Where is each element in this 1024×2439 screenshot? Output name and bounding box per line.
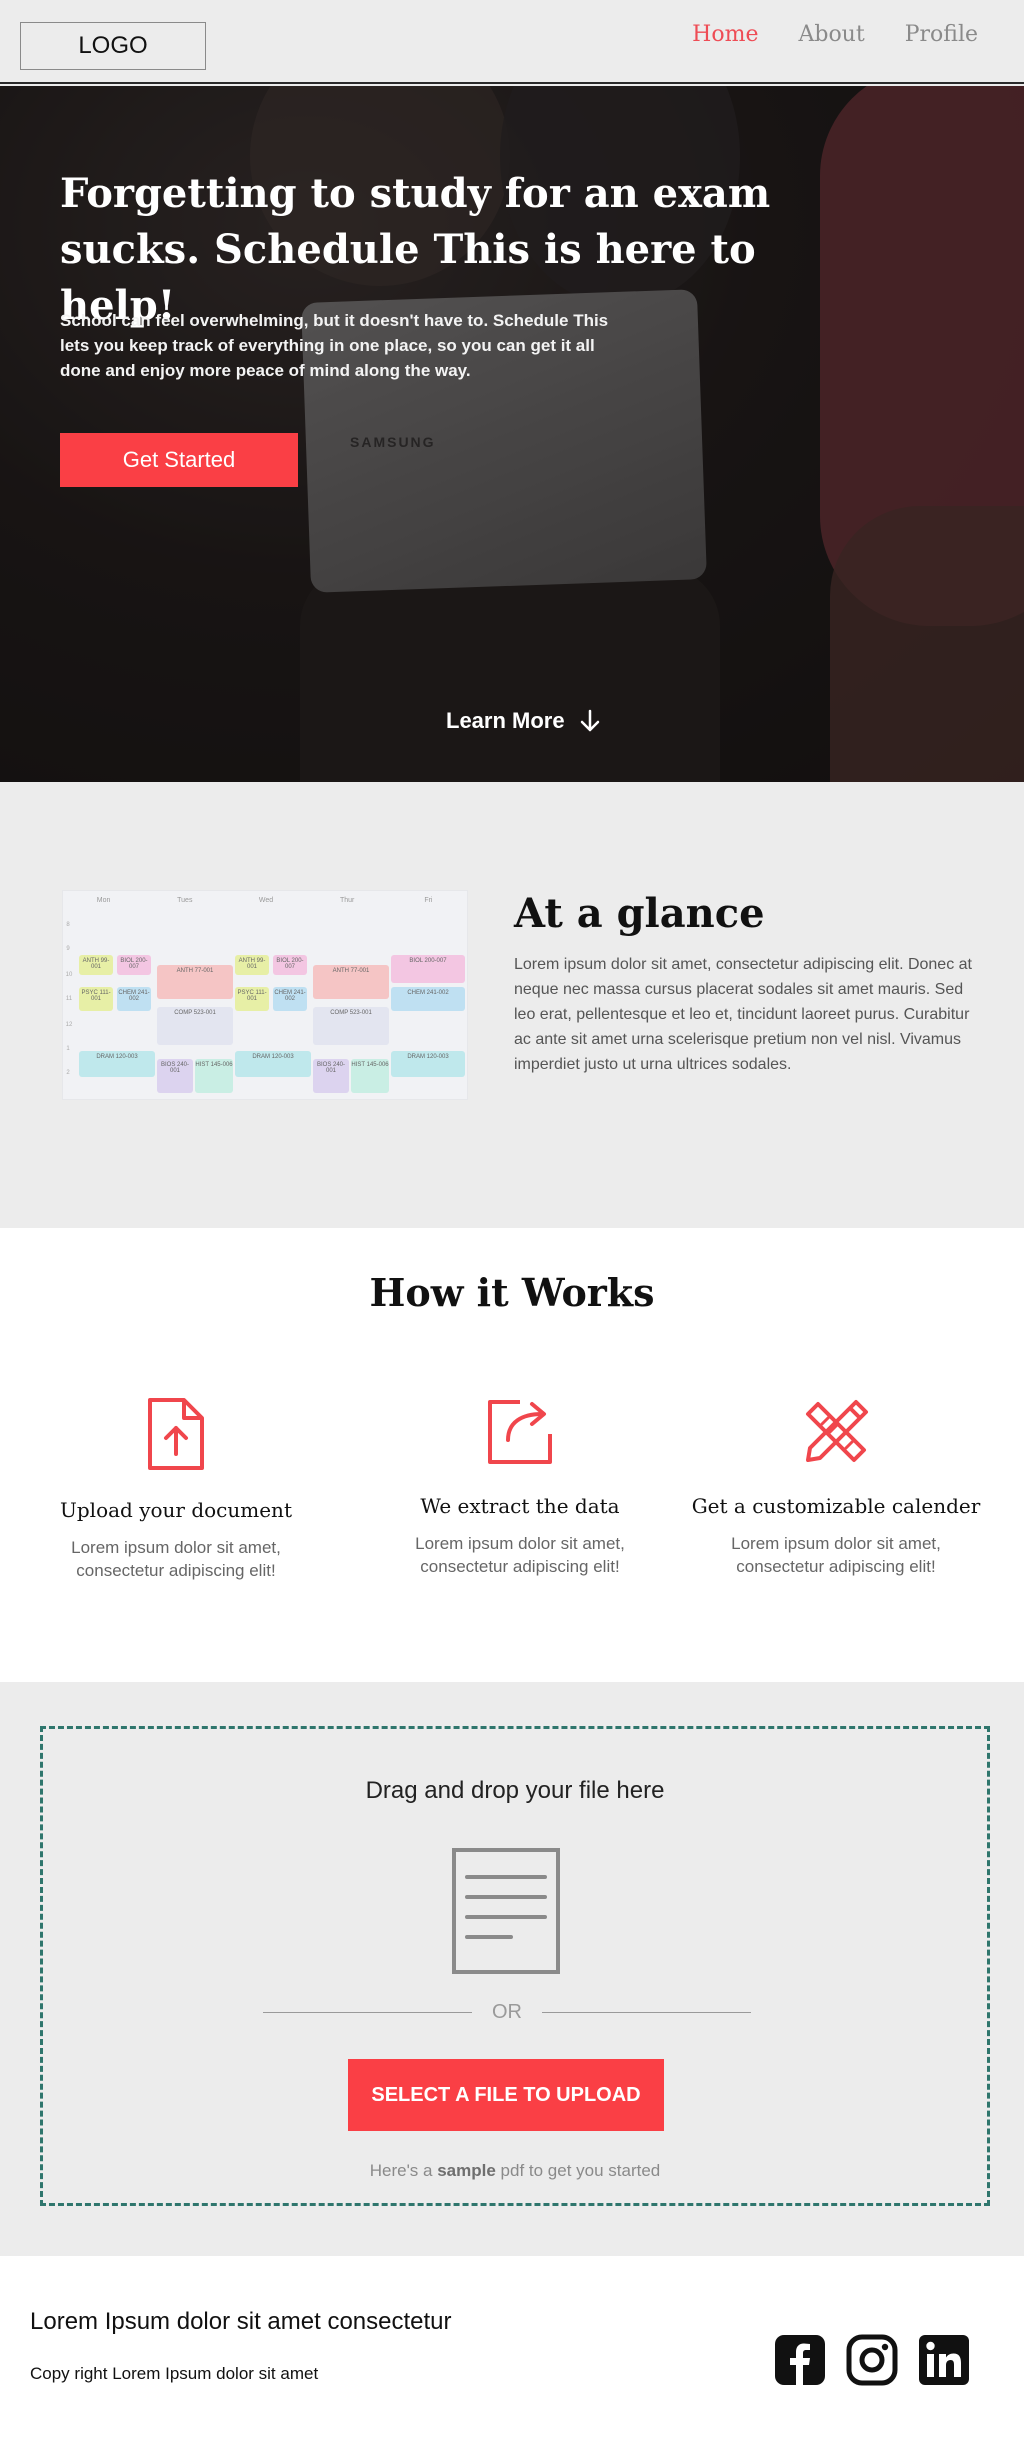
step-description: Lorem ipsum dolor sit amet, consectetur …	[71, 1538, 281, 1580]
hero-subtitle: School can feel overwhelming, but it doe…	[60, 311, 609, 380]
social-links	[774, 2334, 970, 2386]
step-upload: Upload your document Lorem ipsum dolor s…	[26, 1396, 326, 1582]
instagram-icon[interactable]	[846, 2334, 898, 2386]
calendar-hour: 10	[65, 972, 73, 978]
step-title: Get a customizable calender	[691, 1494, 981, 1518]
calendar-day: Tues	[177, 897, 193, 904]
glance-title: At a glance	[514, 890, 765, 937]
step-calendar: Get a customizable calender Lorem ipsum …	[686, 1396, 986, 1578]
calendar-event: ANTH 99-001	[79, 955, 113, 975]
nav-link-profile[interactable]: Profile	[905, 22, 978, 47]
calendar-event: DRAM 120-003	[79, 1051, 155, 1077]
calendar-event: COMP 523-001	[313, 1007, 389, 1045]
facebook-icon[interactable]	[774, 2334, 826, 2386]
logo[interactable]: LOGO	[20, 22, 206, 70]
calendar-event: CHEM 241-002	[391, 987, 465, 1011]
sample-note: Here's a sample pdf to get you started	[43, 2161, 987, 2181]
how-it-works-title: How it Works	[369, 1270, 655, 1315]
calendar-hour: 8	[66, 922, 70, 928]
calendar-hour: 12	[65, 1022, 73, 1028]
at-a-glance-section: Mon Tues Wed Thur Fri 8 9 10 11 12 1 2 A…	[0, 782, 1024, 1228]
calendar-event: HIST 145-006	[351, 1059, 389, 1093]
calendar-hour: 2	[66, 1070, 70, 1076]
share-extract-icon	[488, 1400, 552, 1464]
calendar-day: Thur	[340, 897, 355, 904]
nav-link-home[interactable]: Home	[692, 22, 758, 47]
calendar-event: CHEM 241-002	[273, 987, 307, 1011]
learn-more-label: Learn More	[446, 708, 565, 733]
linkedin-icon[interactable]	[918, 2334, 970, 2386]
file-dropzone[interactable]: Drag and drop your file here OR SELECT A…	[40, 1726, 990, 2206]
calendar-hour: 11	[65, 996, 73, 1002]
calendar-event: PSYC 111-001	[79, 987, 113, 1011]
divider-line	[542, 2012, 751, 2013]
learn-more-link[interactable]: Learn More	[446, 708, 601, 734]
calendar-event: BIOL 200-007	[391, 955, 465, 983]
calendar-event: BIOL 200-007	[117, 955, 151, 975]
calendar-event: BIOL 200-007	[273, 955, 307, 975]
divider-line	[263, 2012, 472, 2013]
file-upload-icon	[148, 1398, 204, 1470]
calendar-event: DRAM 120-003	[391, 1051, 465, 1077]
or-divider: OR	[263, 2001, 751, 2024]
glance-text: Lorem ipsum dolor sit amet, consectetur …	[514, 956, 972, 1073]
ruler-pencil-icon	[806, 1400, 868, 1462]
calendar-day-headers: Mon Tues Wed Thur Fri	[63, 897, 469, 904]
hero-section: SAMSUNG Forgetting to study for an exam …	[0, 86, 1024, 782]
calendar-day: Mon	[96, 897, 111, 904]
top-nav: LOGO Home About Profile	[0, 0, 1024, 84]
document-icon	[452, 1848, 560, 1974]
step-extract: We extract the data Lorem ipsum dolor si…	[370, 1396, 670, 1578]
calendar-event: ANTH 99-001	[235, 955, 269, 975]
select-file-button[interactable]: SELECT A FILE TO UPLOAD	[348, 2059, 664, 2131]
calendar-event: HIST 145-006	[195, 1059, 233, 1093]
calendar-event: COMP 523-001	[157, 1007, 233, 1045]
calendar-hour: 9	[66, 946, 70, 952]
calendar-event: PSYC 111-001	[235, 987, 269, 1011]
calendar-event: CHEM 241-002	[117, 987, 151, 1011]
sample-link[interactable]: sample	[437, 2161, 496, 2180]
nav-links: Home About Profile	[692, 22, 978, 47]
calendar-event: BIOS 240-001	[157, 1059, 193, 1093]
how-it-works-section: How it Works Upload your document Lorem …	[0, 1228, 1024, 1682]
get-started-button[interactable]: Get Started	[60, 433, 298, 487]
step-title: We extract the data	[420, 1494, 620, 1518]
step-title: Upload your document	[60, 1498, 292, 1522]
dropzone-title: Drag and drop your file here	[365, 1777, 665, 1804]
footer-title: Lorem Ipsum dolor sit amet consectetur	[30, 2308, 452, 2335]
calendar-day: Fri	[424, 897, 433, 904]
nav-link-about[interactable]: About	[798, 22, 864, 47]
calendar-event: DRAM 120-003	[235, 1051, 311, 1077]
step-description: Lorem ipsum dolor sit amet, consectetur …	[415, 1534, 625, 1576]
sample-prefix: Here's a	[369, 2161, 438, 2180]
arrow-down-icon	[580, 709, 599, 732]
calendar-event: ANTH 77-001	[313, 965, 389, 999]
calendar-day: Wed	[258, 897, 274, 904]
or-label: OR	[492, 2001, 522, 2023]
calendar-event: BIOS 240-001	[313, 1059, 349, 1093]
step-description: Lorem ipsum dolor sit amet, consectetur …	[731, 1534, 941, 1576]
upload-section: Drag and drop your file here OR SELECT A…	[0, 1682, 1024, 2256]
calendar-event: ANTH 77-001	[157, 965, 233, 999]
footer: Lorem Ipsum dolor sit amet consectetur C…	[0, 2256, 1024, 2439]
calendar-preview: Mon Tues Wed Thur Fri 8 9 10 11 12 1 2 A…	[62, 890, 468, 1100]
footer-copyright: Copy right Lorem Ipsum dolor sit amet	[30, 2364, 319, 2383]
calendar-hour: 1	[66, 1046, 70, 1052]
sample-suffix: pdf to get you started	[495, 2161, 661, 2180]
